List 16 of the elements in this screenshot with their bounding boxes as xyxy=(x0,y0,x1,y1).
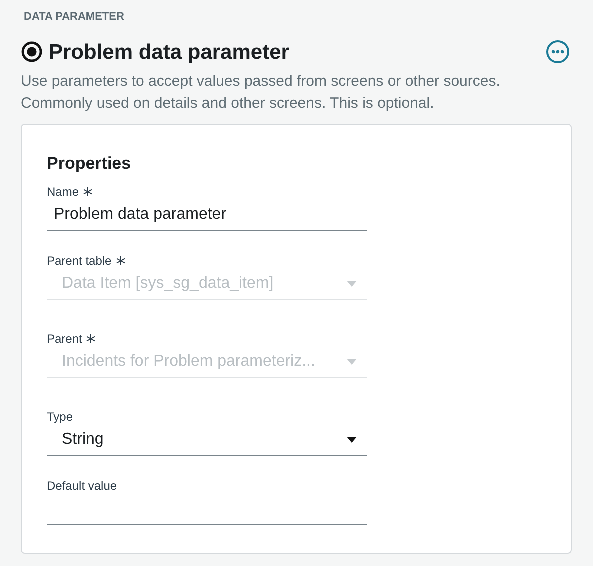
radio-target-icon xyxy=(21,41,43,64)
input-field[interactable]: Problem data parameter xyxy=(47,200,367,230)
section-label: DATA PARAMETER xyxy=(24,10,126,25)
select-field[interactable]: String xyxy=(47,426,367,456)
field-label: Name xyxy=(47,184,80,200)
card-heading: Properties xyxy=(47,153,132,175)
description: Use parameters to accept values passed from screens or other sources. Commonly used on details and other screens. This is optional. xyxy=(21,72,502,114)
field-label: Type xyxy=(47,408,74,426)
field-label: Parent xyxy=(47,330,82,348)
caret-icon xyxy=(347,359,357,365)
field-label: Parent table xyxy=(47,252,112,270)
field-label: Default value xyxy=(47,478,118,494)
page-title: Problem data parameter xyxy=(49,40,290,66)
caret-icon xyxy=(347,437,357,443)
more-options-icon[interactable] xyxy=(546,40,570,64)
caret-icon xyxy=(347,281,357,287)
